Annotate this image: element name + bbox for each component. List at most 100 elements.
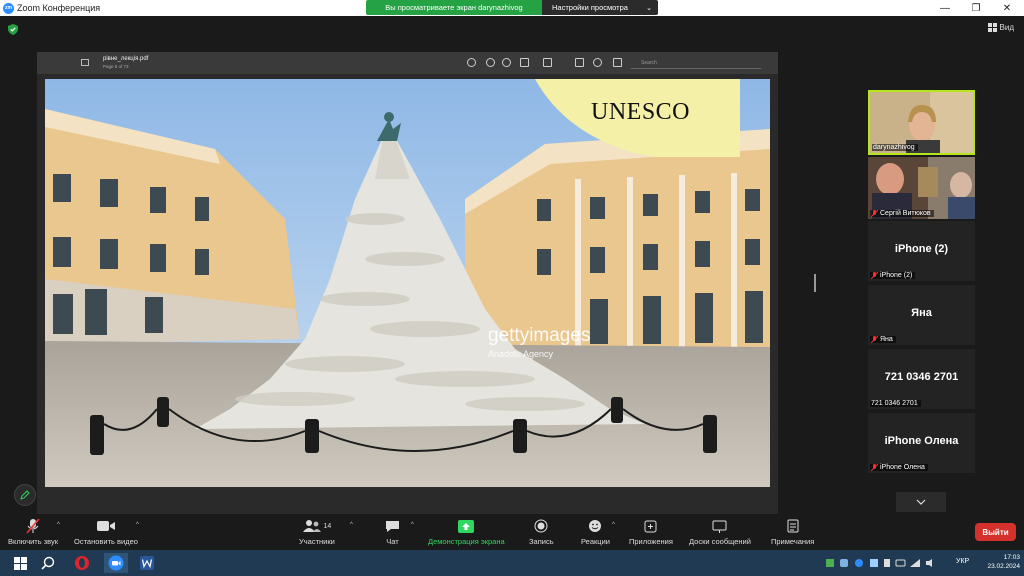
slide-heading: UNESCO	[591, 99, 691, 125]
apps-button[interactable]: Приложения	[629, 518, 673, 546]
participant-display-name: iPhone (2)	[894, 243, 949, 255]
shared-screen: рівне_лекція.pdf Page 5 of 73 Search UNE…	[37, 52, 778, 514]
record-label: Запись	[529, 537, 554, 546]
maximize-button[interactable]: ❐	[961, 0, 991, 16]
participant-name: Яна	[880, 336, 893, 343]
language-indicator[interactable]: УКР	[956, 558, 969, 565]
apps-icon	[644, 520, 657, 532]
reactions-button[interactable]: Реакции	[581, 518, 610, 546]
sidebar-toggle-icon	[81, 59, 89, 66]
view-button[interactable]: Вид	[987, 23, 1014, 32]
leave-button[interactable]: Выйти	[975, 523, 1016, 541]
mic-muted-icon	[871, 272, 878, 279]
participant-tile-iphone-olena[interactable]: iPhone Олена iPhone Олена	[868, 413, 975, 473]
reactions-options-caret[interactable]: ^	[612, 522, 615, 528]
participants-label: Участники	[299, 537, 335, 546]
start-button[interactable]	[10, 553, 30, 573]
whiteboards-label: Доски сообщений	[689, 537, 751, 546]
apps-label: Приложения	[629, 537, 673, 546]
participant-tile-serhii[interactable]: Сергій Витюков	[868, 157, 975, 219]
clock-time: 17:03	[1003, 554, 1020, 561]
participants-icon	[302, 520, 321, 532]
participant-display-name: iPhone Олена	[884, 435, 959, 447]
participant-name: iPhone (2)	[880, 272, 913, 279]
stop-video-label: Остановить видео	[74, 537, 138, 546]
participant-name-tag: iPhone (2)	[870, 272, 916, 279]
view-settings-button[interactable]: Настройки просмотра ⌄	[542, 0, 658, 15]
form-icon	[613, 58, 622, 67]
view-settings-label: Настройки просмотра	[552, 3, 628, 12]
chat-options-caret[interactable]: ^	[411, 522, 414, 528]
notes-label: Примечания	[771, 537, 815, 546]
participant-name-tag: Яна	[870, 336, 896, 343]
zoom-out-icon	[486, 58, 495, 67]
opera-icon	[75, 556, 89, 570]
participant-display-name: Яна	[911, 307, 932, 319]
video-camera-icon	[96, 521, 115, 531]
watermark-logo: gettyimages	[488, 325, 591, 346]
chat-button[interactable]: Чат	[385, 518, 400, 546]
view-label: Вид	[999, 23, 1014, 32]
participants-button[interactable]: 14 Участники	[299, 518, 335, 546]
windows-logo-icon	[13, 556, 27, 570]
share-banner: Вы просматриваете экран darynazhivog	[366, 0, 542, 15]
notes-button[interactable]: Примечания	[771, 518, 814, 546]
share-icon	[520, 58, 529, 67]
windows-taskbar: УКР 17:03 23.02.2024	[0, 550, 1024, 576]
mic-muted-icon	[871, 336, 878, 343]
whiteboards-button[interactable]: Доски сообщений	[689, 518, 751, 546]
record-icon	[534, 519, 548, 533]
mic-muted-icon	[871, 464, 878, 471]
shield-icon[interactable]	[8, 24, 18, 35]
slide-photo	[45, 79, 770, 487]
share-screen-button[interactable]: Демонстрация экрана	[428, 518, 505, 546]
zoom-taskbar-button[interactable]	[104, 553, 128, 573]
meeting-toolbar: Включить звук ^ Остановить видео ^ 14 Уч…	[0, 514, 1024, 550]
participant-tile-yana[interactable]: Яна Яна	[868, 285, 975, 345]
word-taskbar-button[interactable]	[137, 553, 157, 573]
opera-taskbar-button[interactable]	[72, 553, 92, 573]
participant-name: Сергій Витюков	[880, 210, 931, 217]
participant-tile-darynazhivog[interactable]: darynazhivog	[868, 90, 975, 155]
clock[interactable]: 17:03 23.02.2024	[987, 553, 1020, 571]
markup-icon	[543, 58, 552, 67]
minimize-button[interactable]: —	[930, 0, 960, 16]
panel-resize-handle[interactable]	[814, 274, 816, 292]
participant-name: iPhone Олена	[880, 464, 925, 471]
chevron-down-icon: ⌄	[646, 4, 652, 12]
unmute-label: Включить звук	[8, 537, 59, 546]
participant-name-tag: Сергій Витюков	[870, 210, 934, 217]
window-title: Zoom Конференция	[17, 3, 101, 13]
participant-tile-phone[interactable]: 721 0346 2701 721 0346 2701	[868, 349, 975, 409]
pdf-filename: рівне_лекція.pdf	[103, 56, 149, 62]
grid-icon	[987, 23, 997, 32]
word-icon	[140, 556, 154, 570]
mic-muted-icon	[871, 210, 878, 217]
video-options-caret[interactable]: ^	[136, 522, 139, 528]
chevron-down-icon	[916, 499, 926, 505]
chat-icon	[386, 520, 399, 532]
slide: UNESCO gettyimages Anadolu Agency	[45, 79, 770, 487]
watermark-credit: Anadolu Agency	[488, 349, 554, 359]
pdf-page-info: Page 5 of 73	[103, 64, 129, 69]
participant-name: darynazhivog	[872, 144, 918, 151]
annotate-button[interactable]	[14, 484, 36, 506]
participants-scroll-down-button[interactable]	[896, 492, 946, 512]
clock-date: 23.02.2024	[987, 563, 1020, 570]
unmute-button[interactable]: Включить звук	[8, 518, 58, 546]
zoom-logo-icon: zm	[3, 2, 14, 14]
search-button[interactable]	[38, 553, 58, 573]
zoom-icon	[108, 555, 124, 571]
system-tray-icons[interactable]	[826, 558, 936, 568]
participants-count: 14	[323, 522, 332, 530]
participant-tile-iphone2[interactable]: iPhone (2) iPhone (2)	[868, 221, 975, 281]
mic-muted-icon	[26, 518, 40, 534]
close-button[interactable]: ✕	[992, 0, 1022, 16]
stop-video-button[interactable]: Остановить видео	[74, 518, 138, 546]
participants-options-caret[interactable]: ^	[350, 522, 353, 528]
whiteboard-icon	[712, 520, 727, 533]
audio-options-caret[interactable]: ^	[57, 522, 60, 528]
info-icon	[467, 58, 476, 67]
record-button[interactable]: Запись	[529, 518, 554, 546]
pdf-toolbar: рівне_лекція.pdf Page 5 of 73 Search	[37, 52, 778, 74]
